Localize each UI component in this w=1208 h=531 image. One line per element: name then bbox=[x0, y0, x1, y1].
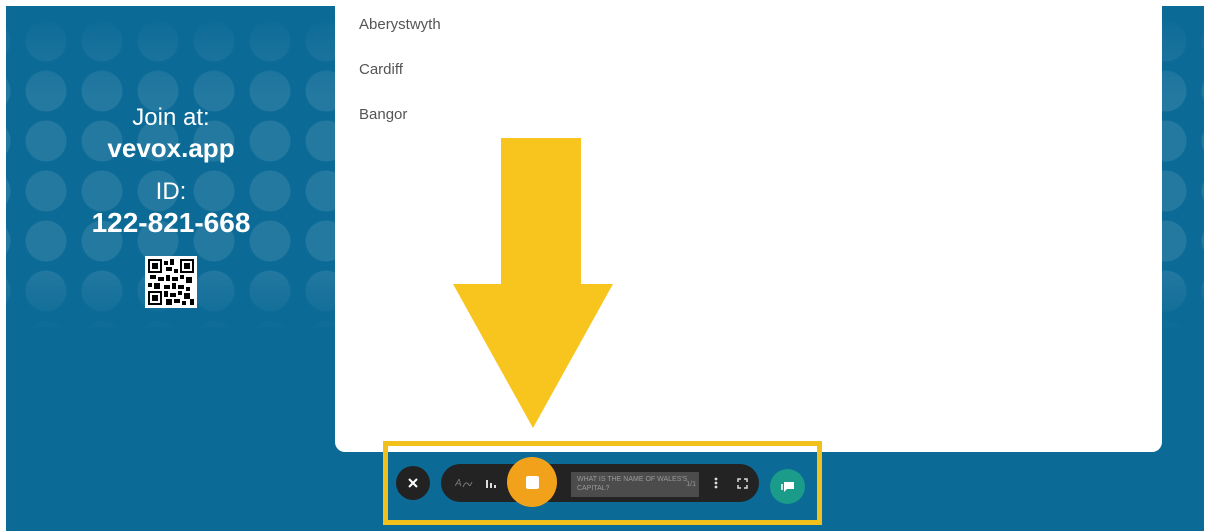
session-id-value: 122-821-668 bbox=[91, 207, 251, 238]
bar-chart-icon[interactable] bbox=[479, 464, 503, 502]
presenter-toolbar: A WHAT IS THE NAME OF WALES'S CAPITAL? 1… bbox=[441, 464, 759, 502]
more-vertical-icon[interactable] bbox=[707, 464, 725, 502]
svg-text:A: A bbox=[455, 478, 462, 489]
close-icon[interactable] bbox=[396, 466, 430, 500]
join-panel: Join at: vevox.app ID: 122-821-668 bbox=[66, 104, 276, 308]
fullscreen-icon[interactable] bbox=[731, 464, 753, 502]
qr-code-icon bbox=[145, 256, 197, 308]
text-size-icon[interactable]: A bbox=[451, 464, 477, 502]
question-number: 1/1 bbox=[686, 481, 696, 488]
poll-option: Aberystwyth bbox=[359, 16, 441, 33]
poll-option: Cardiff bbox=[359, 61, 403, 78]
chat-button[interactable] bbox=[770, 469, 805, 504]
session-id-label: ID: bbox=[155, 178, 187, 205]
question-preview[interactable]: WHAT IS THE NAME OF WALES'S CAPITAL? 1/1 bbox=[571, 472, 699, 497]
stop-button[interactable] bbox=[507, 457, 557, 507]
chat-icon bbox=[780, 481, 794, 492]
join-label: Join at: bbox=[132, 104, 210, 131]
poll-option: Bangor bbox=[359, 106, 408, 123]
down-arrow-annotation bbox=[453, 138, 613, 428]
stop-icon bbox=[525, 475, 539, 489]
join-url: vevox.app bbox=[107, 133, 235, 163]
question-text: WHAT IS THE NAME OF WALES'S CAPITAL? bbox=[577, 476, 688, 492]
